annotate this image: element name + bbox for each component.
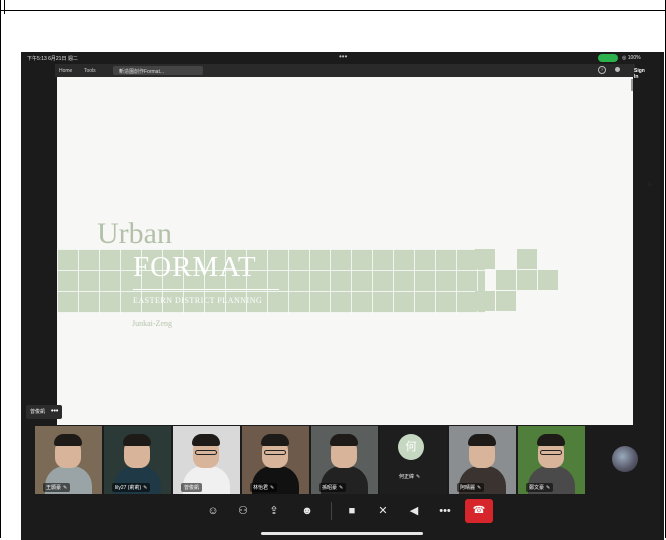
sign-in-button[interactable]: Sign In: [634, 68, 645, 80]
participant-glasses: [264, 450, 286, 455]
slide-grid-square: [496, 270, 516, 290]
participant-name: lily27 (莉莉): [115, 485, 142, 491]
active-speaker-name: 曾俊凱: [30, 409, 46, 415]
slide-grid-square: [517, 249, 537, 269]
participant-hair: [261, 434, 289, 446]
slide-grid-band: [57, 249, 485, 313]
participant-tile[interactable]: 林怡君 ✎: [242, 426, 309, 494]
nav-tools[interactable]: Tools: [84, 68, 96, 74]
mic-muted-icon: ✎: [270, 485, 275, 491]
participant-glasses: [540, 450, 562, 455]
slide-subtitle: EASTERN DISTRICT PLANNING: [133, 296, 263, 305]
participant-video-strip: 王顥豪 ✎ lily27 (莉莉) ✎ 曾俊凱 林怡君 ✎ 孫昭豪 ✎ 何 何正…: [35, 426, 664, 494]
home-indicator[interactable]: [261, 532, 423, 535]
mic-muted-icon: ✎: [546, 485, 551, 491]
slide-grid-square: [517, 270, 537, 290]
participant-name: 阿晴麗: [460, 485, 476, 491]
more-icon[interactable]: •••: [51, 408, 58, 415]
active-speaker-label[interactable]: 曾俊凱 •••: [26, 405, 63, 419]
slide-grid-square: [475, 249, 495, 269]
slide-title-format: FORMAT: [133, 251, 257, 283]
participant-name-tag: 何正緯 ✎: [396, 472, 423, 481]
mic-muted-icon: ✎: [477, 485, 482, 491]
leave-call-button[interactable]: ☎: [465, 499, 493, 523]
help-icon[interactable]: ?: [598, 66, 606, 74]
slide-grid-square: [538, 270, 558, 290]
avatar[interactable]: [612, 446, 638, 472]
slide-grid-square: [475, 291, 495, 311]
nav-home[interactable]: Home: [59, 68, 72, 74]
participant-name-tag: 林怡君 ✎: [250, 483, 278, 492]
slide-title-urban: Urban: [97, 217, 172, 250]
active-call-indicator[interactable]: [598, 54, 618, 62]
speaker-icon[interactable]: ◀: [406, 503, 422, 519]
participant-tile[interactable]: 王顥豪 ✎: [35, 426, 102, 494]
status-bar: 下午5:13 6月21日 週二 ••• ◎ 100%: [21, 52, 664, 64]
participant-tile-audio-only[interactable]: 何 何正緯 ✎: [380, 426, 447, 494]
mic-muted-icon: ✎: [63, 485, 68, 491]
participant-name-tag: 鄭文豪 ✎: [526, 483, 554, 492]
participant-name: 孫昭豪: [322, 485, 338, 491]
scrollbar[interactable]: [631, 79, 633, 91]
participant-hair: [330, 434, 358, 446]
participant-name: 王顥豪: [46, 485, 62, 491]
mic-muted-icon: ✎: [416, 474, 421, 480]
chat-icon[interactable]: ☺: [205, 503, 221, 519]
participant-tile[interactable]: 孫昭豪 ✎: [311, 426, 378, 494]
share-screen-icon[interactable]: ⇪: [266, 503, 282, 519]
participant-hair: [192, 434, 220, 446]
participant-glasses: [195, 450, 217, 455]
participant-hair: [123, 434, 151, 446]
battery-status: ◎ 100%: [622, 55, 641, 61]
participant-name-tag: 孫昭豪 ✎: [319, 483, 347, 492]
video-off-icon[interactable]: ■: [344, 503, 360, 519]
participant-hair: [468, 434, 496, 446]
document-tab-label: 新造園創作Format...: [119, 69, 165, 75]
mouse-cursor-icon: [646, 180, 652, 187]
toolbar-divider: [331, 502, 332, 520]
participant-name-tag: 阿晴麗 ✎: [457, 483, 485, 492]
participant-tile[interactable]: 鄭文豪 ✎: [518, 426, 585, 494]
participant-hair: [537, 434, 565, 446]
participant-tile[interactable]: 阿晴麗 ✎: [449, 426, 516, 494]
more-options-icon[interactable]: •••: [437, 503, 453, 519]
participant-name: 鄭文豪: [529, 485, 545, 491]
status-time-date: 下午5:13 6月21日 週二: [27, 56, 78, 62]
slide-divider: [133, 289, 279, 290]
app-toolbar: Home Tools 新造園創作Format... × ? Sign In: [55, 64, 645, 80]
participant-name: 何正緯: [399, 474, 415, 480]
participant-name: 曾俊凱: [184, 485, 200, 491]
participant-hair: [54, 434, 82, 446]
document-tab[interactable]: 新造園創作Format... ×: [113, 66, 203, 75]
mic-off-icon[interactable]: ✕: [375, 503, 391, 519]
mic-muted-icon: ✎: [143, 485, 148, 491]
tablet-screen: 下午5:13 6月21日 週二 ••• ◎ 100% Home Tools 新造…: [21, 52, 664, 540]
participant-name-tag: 曾俊凱: [181, 483, 203, 492]
close-icon[interactable]: ×: [119, 68, 122, 74]
participant-tile[interactable]: 曾俊凱: [173, 426, 240, 494]
participant-name: 林怡君: [253, 485, 269, 491]
participant-name-tag: lily27 (莉莉) ✎: [112, 483, 151, 492]
avatar: 何: [398, 434, 424, 460]
participant-tile[interactable]: lily27 (莉莉) ✎: [104, 426, 171, 494]
participants-icon[interactable]: ⚇: [235, 503, 251, 519]
slide-author: Junkai-Zeng: [132, 319, 172, 328]
multitasking-dots[interactable]: •••: [339, 53, 347, 61]
mic-muted-icon: ✎: [339, 485, 344, 491]
participant-name-tag: 王顥豪 ✎: [43, 483, 71, 492]
slide-grid-square: [496, 291, 516, 311]
user-icon[interactable]: [615, 67, 620, 72]
shared-slide: Urban FORMAT EASTERN DISTRICT PLANNING J…: [57, 77, 652, 425]
reactions-icon[interactable]: ☻: [299, 503, 315, 519]
